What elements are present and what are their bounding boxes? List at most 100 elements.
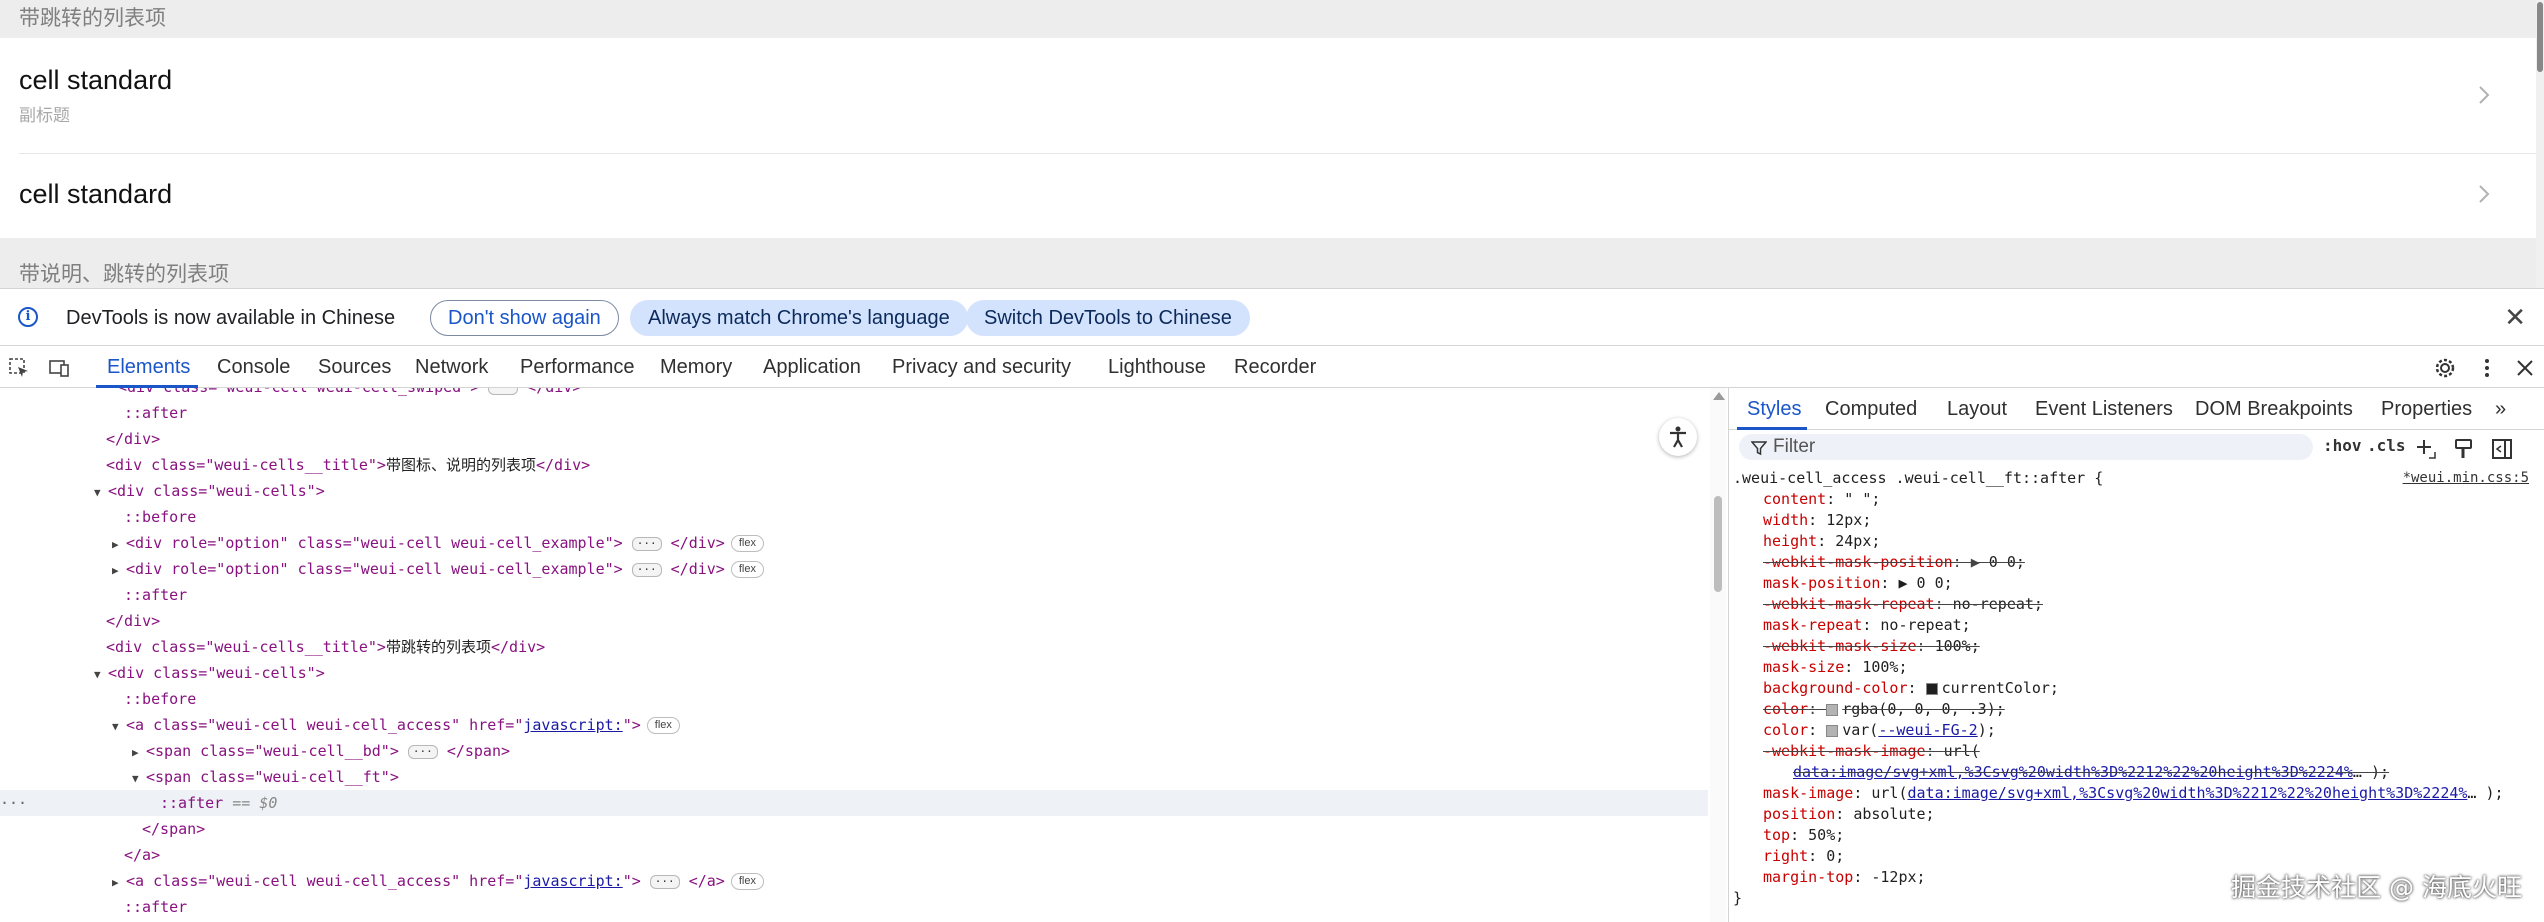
dom-node[interactable]: <div class="weui-cells__title">带跳转的列表项</… bbox=[0, 634, 1708, 660]
cell-title: cell standard bbox=[19, 65, 173, 95]
tab-sources[interactable]: Sources bbox=[318, 354, 391, 380]
cls-toggle[interactable]: .cls bbox=[2367, 436, 2406, 455]
switch-to-chinese-button[interactable]: Switch DevTools to Chinese bbox=[966, 300, 1250, 336]
dom-node[interactable]: <div class="weui-cell weui-cell_swiped">… bbox=[0, 388, 1708, 400]
scroll-up-icon[interactable] bbox=[1713, 392, 1725, 400]
dom-close[interactable]: </div> bbox=[0, 426, 1708, 452]
always-match-language-button[interactable]: Always match Chrome's language bbox=[630, 300, 968, 336]
dom-close[interactable]: </div> bbox=[0, 608, 1708, 634]
color-swatch[interactable] bbox=[1925, 682, 1938, 695]
css-selector[interactable]: .weui-cell_access .weui-cell__ft::after … bbox=[1729, 468, 2544, 489]
dom-pseudo[interactable]: ::after bbox=[0, 894, 1708, 920]
cell-subtitle: 副标题 bbox=[19, 106, 70, 125]
filter-input[interactable] bbox=[1739, 434, 2313, 460]
accessibility-icon[interactable] bbox=[1659, 418, 1697, 456]
css-declaration[interactable]: height: 24px; bbox=[1729, 531, 2544, 552]
dom-close[interactable]: </span> bbox=[0, 816, 1708, 842]
css-source-link[interactable]: *weui.min.css:5 bbox=[2403, 468, 2529, 489]
paint-brush-icon[interactable] bbox=[2453, 438, 2475, 460]
dom-node[interactable]: ▼ <span class="weui-cell__ft"> bbox=[0, 764, 1708, 790]
css-declaration[interactable]: position: absolute; bbox=[1729, 804, 2544, 825]
dom-node[interactable]: ▼ <div class="weui-cells"> bbox=[0, 660, 1708, 686]
css-declaration[interactable]: content: " "; bbox=[1729, 489, 2544, 510]
language-infobar: i DevTools is now available in Chinese D… bbox=[0, 288, 2544, 346]
dont-show-again-button[interactable]: Don't show again bbox=[430, 300, 619, 336]
tab-dom-breakpoints[interactable]: DOM Breakpoints bbox=[2195, 396, 2353, 422]
info-icon: i bbox=[18, 307, 38, 327]
tab-event-listeners[interactable]: Event Listeners bbox=[2035, 396, 2173, 422]
color-swatch[interactable] bbox=[1826, 724, 1839, 737]
filter-icon bbox=[1751, 441, 1767, 456]
css-declaration-overridden[interactable]: -webkit-mask-size: 100%; bbox=[1729, 636, 2544, 657]
preview-scrollbar[interactable] bbox=[2536, 0, 2544, 288]
css-declaration[interactable]: mask-image: url(data:image/svg+xml,%3Csv… bbox=[1729, 783, 2544, 804]
dom-node[interactable]: ▶ <div role="option" class="weui-cell weu… bbox=[0, 556, 1708, 582]
toggle-sidebar-icon[interactable] bbox=[2491, 438, 2513, 460]
list-cell-1[interactable]: cell standard 副标题 bbox=[0, 38, 2536, 154]
tab-properties[interactable]: Properties bbox=[2381, 396, 2472, 422]
scrollbar-thumb[interactable] bbox=[1714, 496, 1722, 592]
tab-network[interactable]: Network bbox=[415, 354, 488, 380]
tab-privacy-security[interactable]: Privacy and security bbox=[892, 354, 1071, 380]
dom-node[interactable]: ▶ <a class="weui-cell weui-cell_access" h… bbox=[0, 868, 1708, 894]
watermark: 掘金技术社区 @ 海底火旺 bbox=[2231, 873, 2522, 902]
dom-pseudo[interactable]: ::after bbox=[0, 582, 1708, 608]
css-declaration[interactable]: mask-repeat: no-repeat; bbox=[1729, 615, 2544, 636]
tab-computed[interactable]: Computed bbox=[1825, 396, 1917, 422]
dom-pseudo[interactable]: ::before bbox=[0, 686, 1708, 712]
css-declaration[interactable]: color: var(--weui-FG-2); bbox=[1729, 720, 2544, 741]
css-declaration-overridden[interactable]: -webkit-mask-image: url( bbox=[1729, 741, 2544, 762]
css-declaration-overridden[interactable]: -webkit-mask-repeat: no-repeat; bbox=[1729, 594, 2544, 615]
more-tabs-icon[interactable]: » bbox=[2495, 396, 2506, 422]
dom-node[interactable]: ▶ <div role="option" class="weui-cell weu… bbox=[0, 530, 1708, 556]
section-title: 带跳转的列表项 bbox=[19, 7, 166, 30]
close-infobar-icon[interactable]: ✕ bbox=[2504, 304, 2526, 330]
more-options-icon[interactable] bbox=[2476, 357, 2498, 379]
css-declaration[interactable]: top: 50%; bbox=[1729, 825, 2544, 846]
dom-node[interactable]: ▼ <a class="weui-cell weui-cell_access" h… bbox=[0, 712, 1708, 738]
dom-node[interactable]: ▼ <div class="weui-cells"> bbox=[0, 478, 1708, 504]
add-rule-icon[interactable] bbox=[2415, 438, 2437, 460]
tab-memory[interactable]: Memory bbox=[660, 354, 732, 380]
row-menu-icon[interactable]: ··· bbox=[0, 790, 27, 816]
styles-tabbar: Styles Computed Layout Event Listeners D… bbox=[1729, 388, 2544, 430]
tab-elements[interactable]: Elements bbox=[107, 354, 190, 380]
close-devtools-icon[interactable] bbox=[2514, 357, 2536, 379]
css-declaration[interactable]: right: 0; bbox=[1729, 846, 2544, 867]
list-cell-2[interactable]: cell standard bbox=[0, 154, 2536, 238]
hov-toggle[interactable]: :hov bbox=[2323, 436, 2362, 455]
color-swatch[interactable] bbox=[1826, 703, 1839, 716]
tab-lighthouse[interactable]: Lighthouse bbox=[1108, 354, 1206, 380]
device-toolbar-icon[interactable] bbox=[48, 357, 70, 379]
tab-console[interactable]: Console bbox=[217, 354, 290, 380]
chevron-right-icon bbox=[2479, 86, 2490, 104]
tab-recorder[interactable]: Recorder bbox=[1234, 354, 1316, 380]
tab-application[interactable]: Application bbox=[763, 354, 861, 380]
dom-pseudo[interactable]: ::after bbox=[0, 400, 1708, 426]
cell-title: cell standard bbox=[19, 179, 173, 209]
filter-row: Filter :hov .cls bbox=[1729, 430, 2544, 464]
dom-close[interactable]: </a> bbox=[0, 842, 1708, 868]
tab-layout[interactable]: Layout bbox=[1947, 396, 2007, 422]
css-declaration[interactable]: mask-position: ▶ 0 0; bbox=[1729, 573, 2544, 594]
elements-tree: <div class="weui-cell weui-cell_swiped">… bbox=[0, 388, 1728, 922]
gear-icon[interactable] bbox=[2434, 357, 2456, 379]
tab-styles[interactable]: Styles bbox=[1747, 396, 1801, 422]
filter-placeholder: Filter bbox=[1773, 436, 1816, 457]
elements-scrollbar[interactable] bbox=[1710, 388, 1726, 922]
css-declaration-overridden[interactable]: color: rgba(0, 0, 0, .3); bbox=[1729, 699, 2544, 720]
tab-performance[interactable]: Performance bbox=[520, 354, 635, 380]
dom-pseudo[interactable]: ::before bbox=[0, 504, 1708, 530]
infobar-message: DevTools is now available in Chinese bbox=[66, 307, 396, 329]
inspect-element-icon[interactable] bbox=[8, 357, 30, 379]
scrollbar-thumb[interactable] bbox=[2537, 2, 2543, 72]
css-declaration-overridden[interactable]: data:image/svg+xml,%3Csvg%20width%3D%221… bbox=[1729, 762, 2544, 783]
devtools-window: 带跳转的列表项 cell standard 副标题 cell standard … bbox=[0, 0, 2544, 922]
dom-selected-pseudo[interactable]: ::after == $0 bbox=[0, 790, 1708, 816]
css-declaration-overridden[interactable]: -webkit-mask-position: ▶ 0 0; bbox=[1729, 552, 2544, 573]
dom-node[interactable]: ▶ <span class="weui-cell__bd"> ··· </span… bbox=[0, 738, 1708, 764]
css-declaration[interactable]: width: 12px; bbox=[1729, 510, 2544, 531]
css-declaration[interactable]: mask-size: 100%; bbox=[1729, 657, 2544, 678]
css-declaration[interactable]: background-color: currentColor; bbox=[1729, 678, 2544, 699]
dom-node[interactable]: <div class="weui-cells__title">带图标、说明的列表… bbox=[0, 452, 1708, 478]
